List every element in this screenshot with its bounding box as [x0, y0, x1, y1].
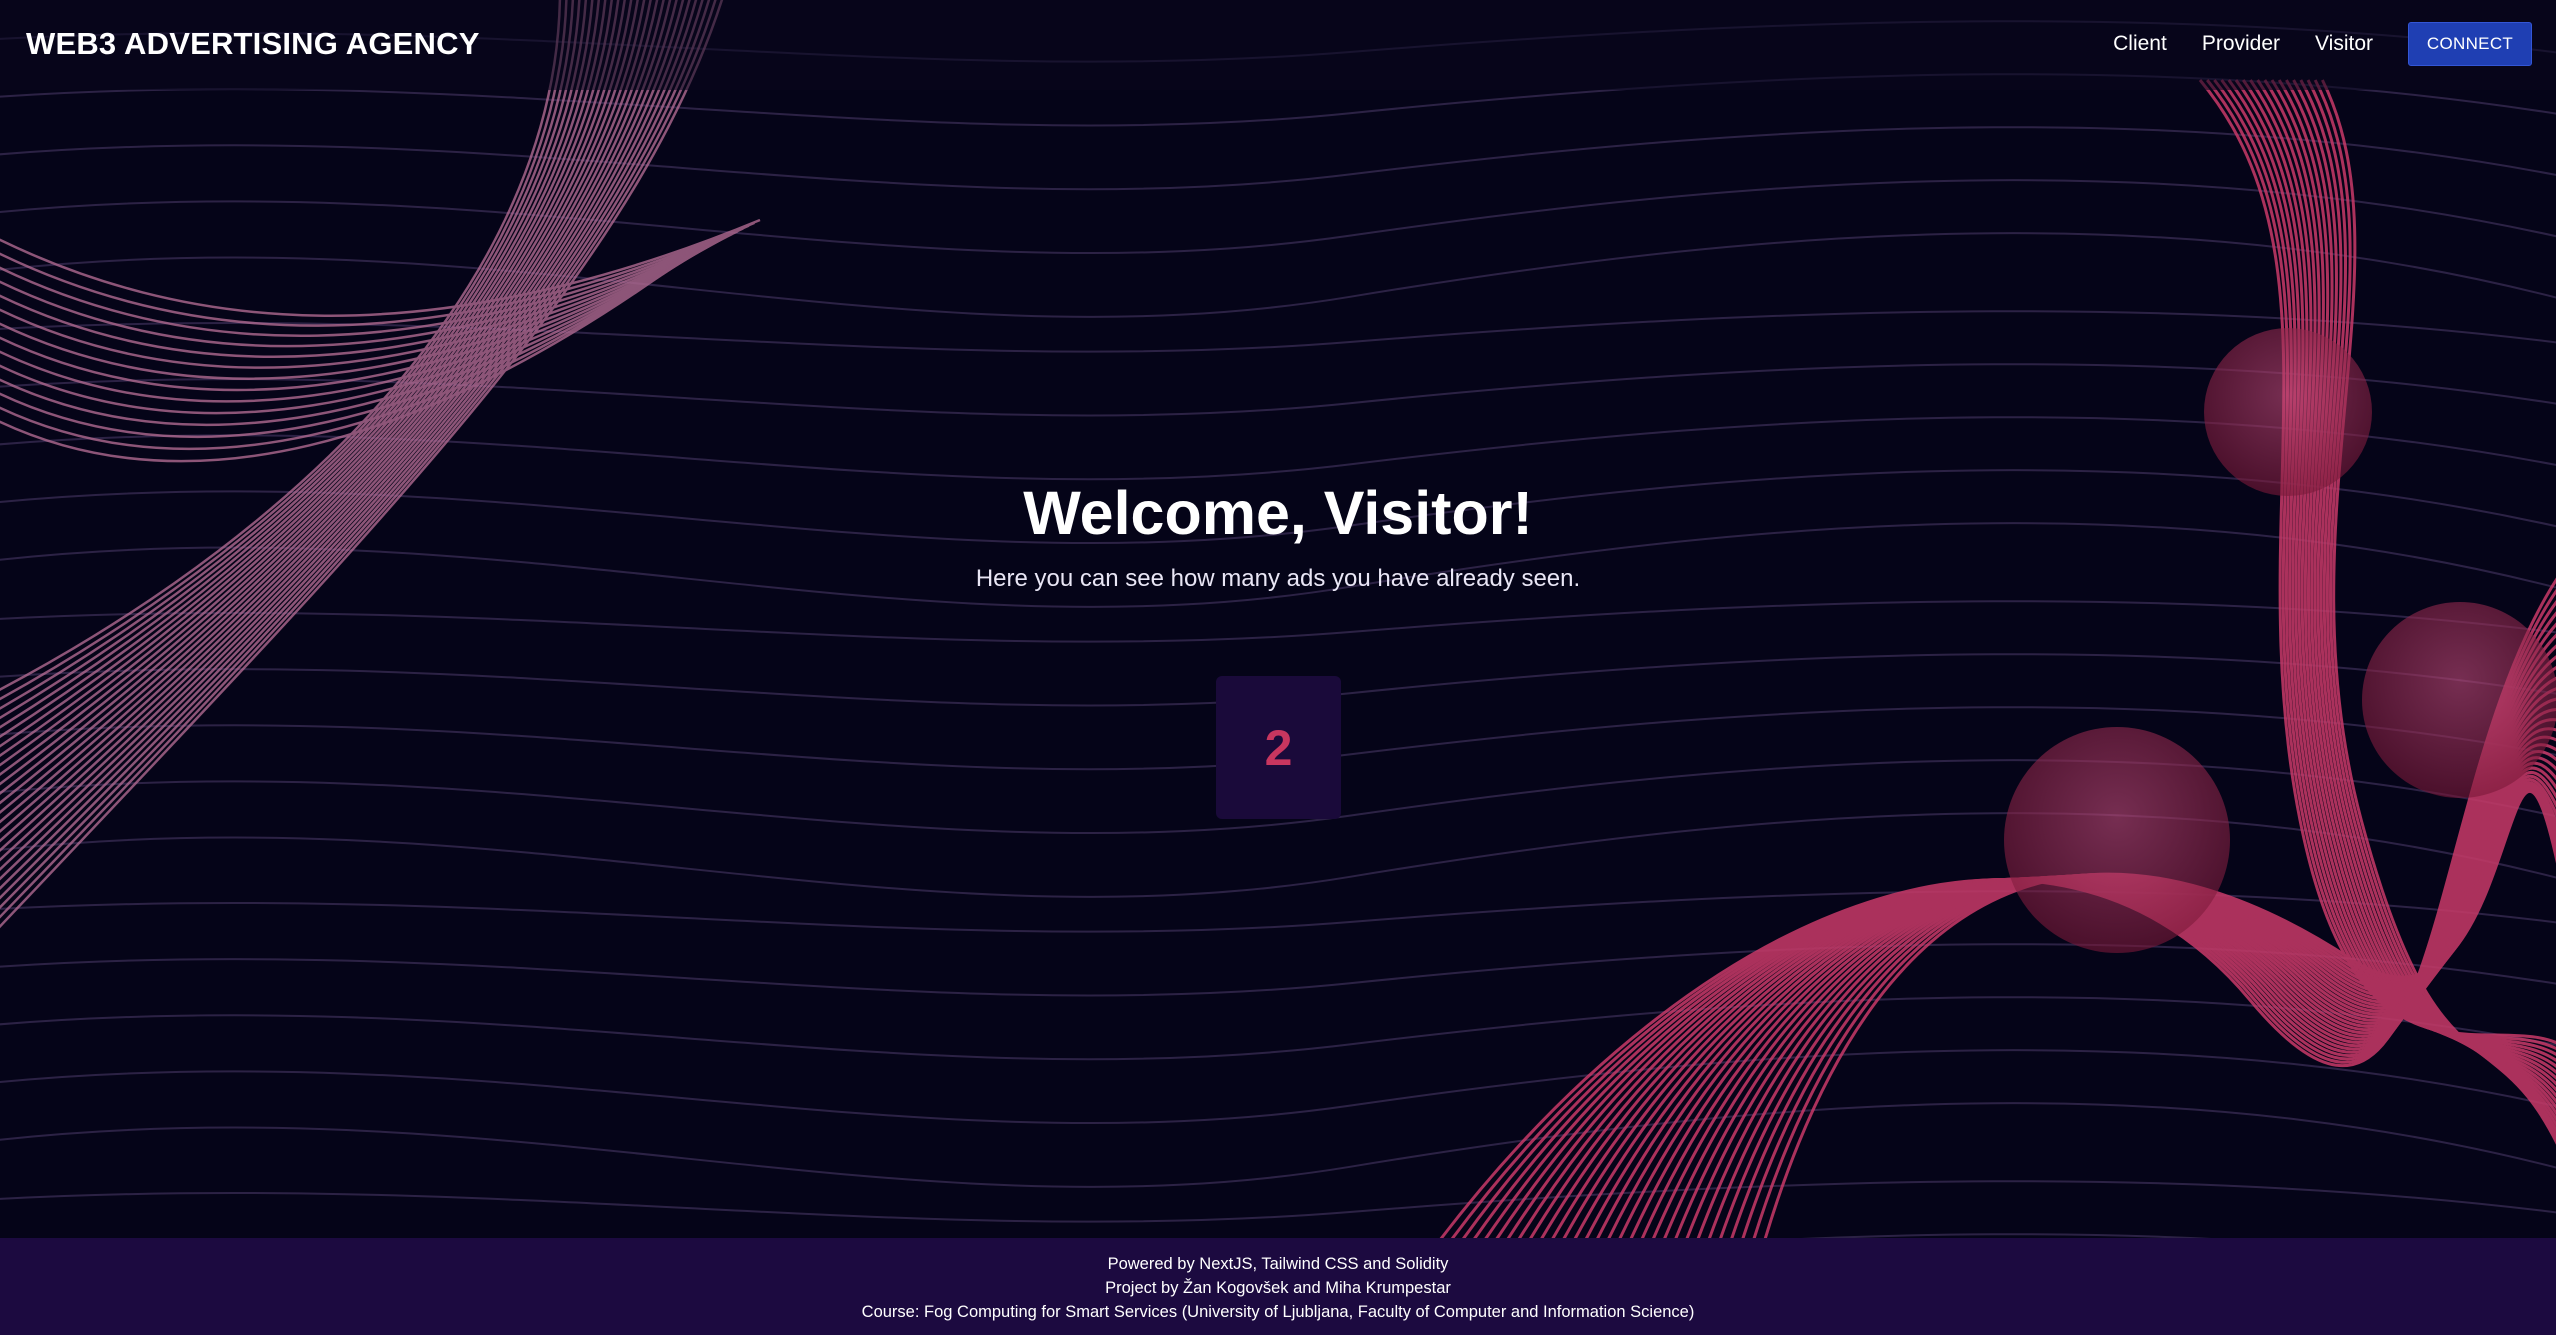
background-wave-line: [0, 232, 2556, 318]
arc-line: [0, 0, 672, 852]
hero-section: Welcome, Visitor! Here you can see how m…: [0, 479, 2556, 593]
footer-powered-by: Powered by NextJS, Tailwind CSS and Soli…: [1107, 1255, 1449, 1273]
top-nav-bar: WEB3 ADVERTISING AGENCY Client Provider …: [0, 0, 2556, 90]
nav-link-visitor[interactable]: Visitor: [2315, 32, 2373, 56]
footer-authors: Project by Žan Kogovšek and Miha Krumpes…: [1105, 1279, 1451, 1297]
main-nav: Client Provider Visitor CONNECT: [2113, 21, 2532, 67]
arc-line: [0, 0, 594, 739]
background-wave-line: [0, 600, 2556, 643]
brand-title[interactable]: WEB3 ADVERTISING AGENCY: [26, 26, 480, 62]
page-subtitle: Here you can see how many ads you have a…: [975, 565, 1581, 593]
connect-button[interactable]: CONNECT: [2408, 22, 2532, 66]
background-wave-line: [0, 179, 2556, 255]
footer: Powered by NextJS, Tailwind CSS and Soli…: [0, 1238, 2556, 1335]
arc-line: [0, 0, 652, 824]
arc-line: [0, 255, 688, 463]
decorative-sphere: [2004, 727, 2230, 953]
background-wave-line: [0, 996, 2556, 1061]
background-wave-line: [0, 943, 2556, 997]
arc-line: [0, 0, 613, 767]
ads-seen-value: 2: [1264, 719, 1293, 776]
ads-seen-counter: 2: [1216, 676, 1341, 819]
arc-line: [0, 235, 727, 380]
background-wave-line: [0, 1049, 2556, 1125]
background-wave-line: [0, 1102, 2556, 1188]
decorative-sphere: [2362, 602, 2556, 798]
decorative-sphere: [2204, 328, 2372, 496]
arc-line: [0, 0, 639, 805]
arc-line: [0, 0, 678, 862]
page-title: Welcome, Visitor!: [1023, 479, 1533, 547]
page: WEB3 ADVERTISING AGENCY Client Provider …: [0, 0, 2556, 1335]
footer-course: Course: Fog Computing for Smart Services…: [861, 1303, 1695, 1321]
background-wave-art: [0, 0, 2556, 1287]
nav-link-client[interactable]: Client: [2113, 32, 2167, 56]
nav-link-provider[interactable]: Provider: [2202, 32, 2280, 56]
background-wave-line: [0, 126, 2556, 191]
background-wave-line: [0, 1180, 2556, 1223]
